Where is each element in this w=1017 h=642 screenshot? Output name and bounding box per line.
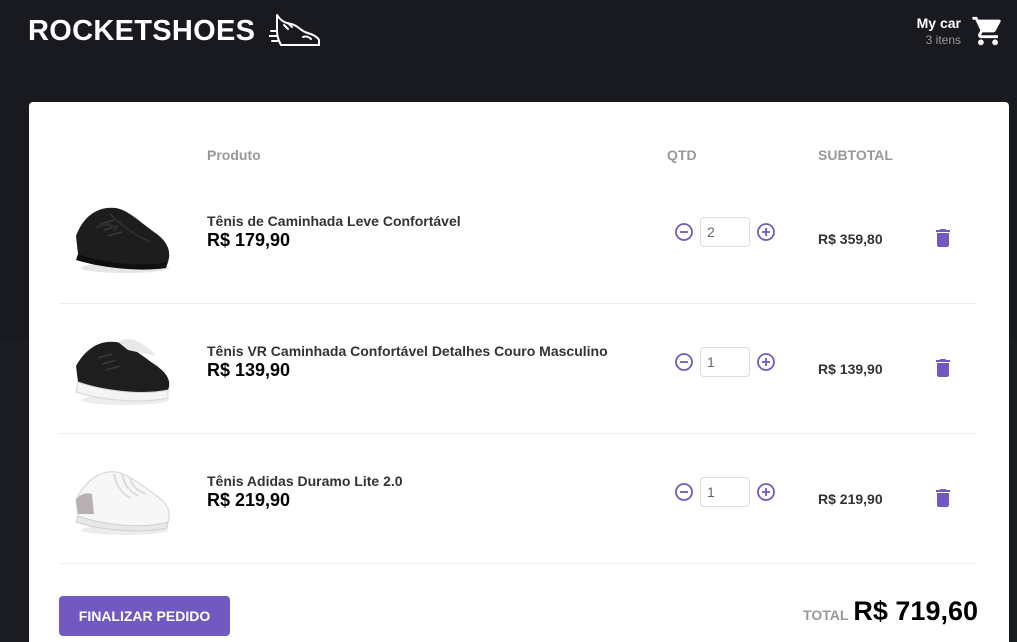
quantity-input[interactable] — [700, 347, 750, 377]
shoe-logo-icon — [269, 14, 321, 46]
trash-icon[interactable] — [935, 359, 951, 377]
minus-circle-icon[interactable] — [674, 222, 694, 242]
plus-circle-icon[interactable] — [756, 482, 776, 502]
logo[interactable]: ROCKETSHOES — [28, 11, 323, 51]
column-header-subtotal: SUBTOTAL — [818, 147, 893, 163]
quantity-stepper — [674, 477, 776, 507]
app-header: ROCKETSHOES My car 3 itens — [0, 0, 1017, 80]
row-subtotal: R$ 359,80 — [818, 231, 883, 247]
cart-link[interactable]: My car 3 itens — [917, 14, 1005, 48]
trash-icon[interactable] — [935, 489, 951, 507]
quantity-stepper — [674, 347, 776, 377]
total-value: R$ 719,60 — [853, 596, 978, 626]
row-subtotal: R$ 139,90 — [818, 361, 883, 377]
table-row: Tênis Adidas Duramo Lite 2.0 R$ 219,90 R… — [60, 434, 977, 564]
product-price: R$ 179,90 — [207, 230, 291, 250]
quantity-input[interactable] — [700, 477, 750, 507]
product-price: R$ 139,90 — [207, 360, 291, 380]
product-image-white-sneaker — [75, 471, 170, 535]
minus-circle-icon[interactable] — [674, 352, 694, 372]
table-row: Tênis VR Caminhada Confortável Detalhes … — [60, 304, 977, 434]
trash-icon[interactable] — [935, 229, 951, 247]
product-image-black-white-sneaker — [75, 339, 170, 405]
quantity-stepper — [674, 217, 776, 247]
product-title: Tênis de Caminhada Leve Confortável — [207, 213, 461, 229]
row-subtotal: R$ 219,90 — [818, 491, 883, 507]
row-divider — [60, 563, 977, 564]
plus-circle-icon[interactable] — [756, 222, 776, 242]
cart-info: My car 3 itens — [917, 15, 961, 47]
logo-text: ROCKETSHOES — [28, 14, 256, 47]
finish-order-button[interactable]: FINALIZAR PEDIDO — [59, 596, 230, 636]
cart-icon — [972, 16, 1001, 46]
product-price: R$ 219,90 — [207, 490, 291, 510]
product-title: Tênis Adidas Duramo Lite 2.0 — [207, 473, 403, 489]
table-row: Tênis de Caminhada Leve Confortável R$ 1… — [60, 174, 977, 304]
cart-title: My car — [916, 15, 961, 31]
cart-panel: Produto QTD SUBTOTAL Tênis de Caminhada … — [29, 102, 1009, 642]
quantity-input[interactable] — [700, 217, 750, 247]
column-header-qty: QTD — [667, 147, 697, 163]
minus-circle-icon[interactable] — [674, 482, 694, 502]
cart-count: 3 itens — [925, 33, 961, 47]
product-image-black-sneaker — [76, 207, 170, 273]
column-header-product: Produto — [207, 147, 261, 163]
cart-total: TOTAL R$ 719,60 — [803, 596, 978, 627]
product-title: Tênis VR Caminhada Confortável Detalhes … — [207, 343, 608, 359]
total-label: TOTAL — [803, 607, 849, 623]
plus-circle-icon[interactable] — [756, 352, 776, 372]
